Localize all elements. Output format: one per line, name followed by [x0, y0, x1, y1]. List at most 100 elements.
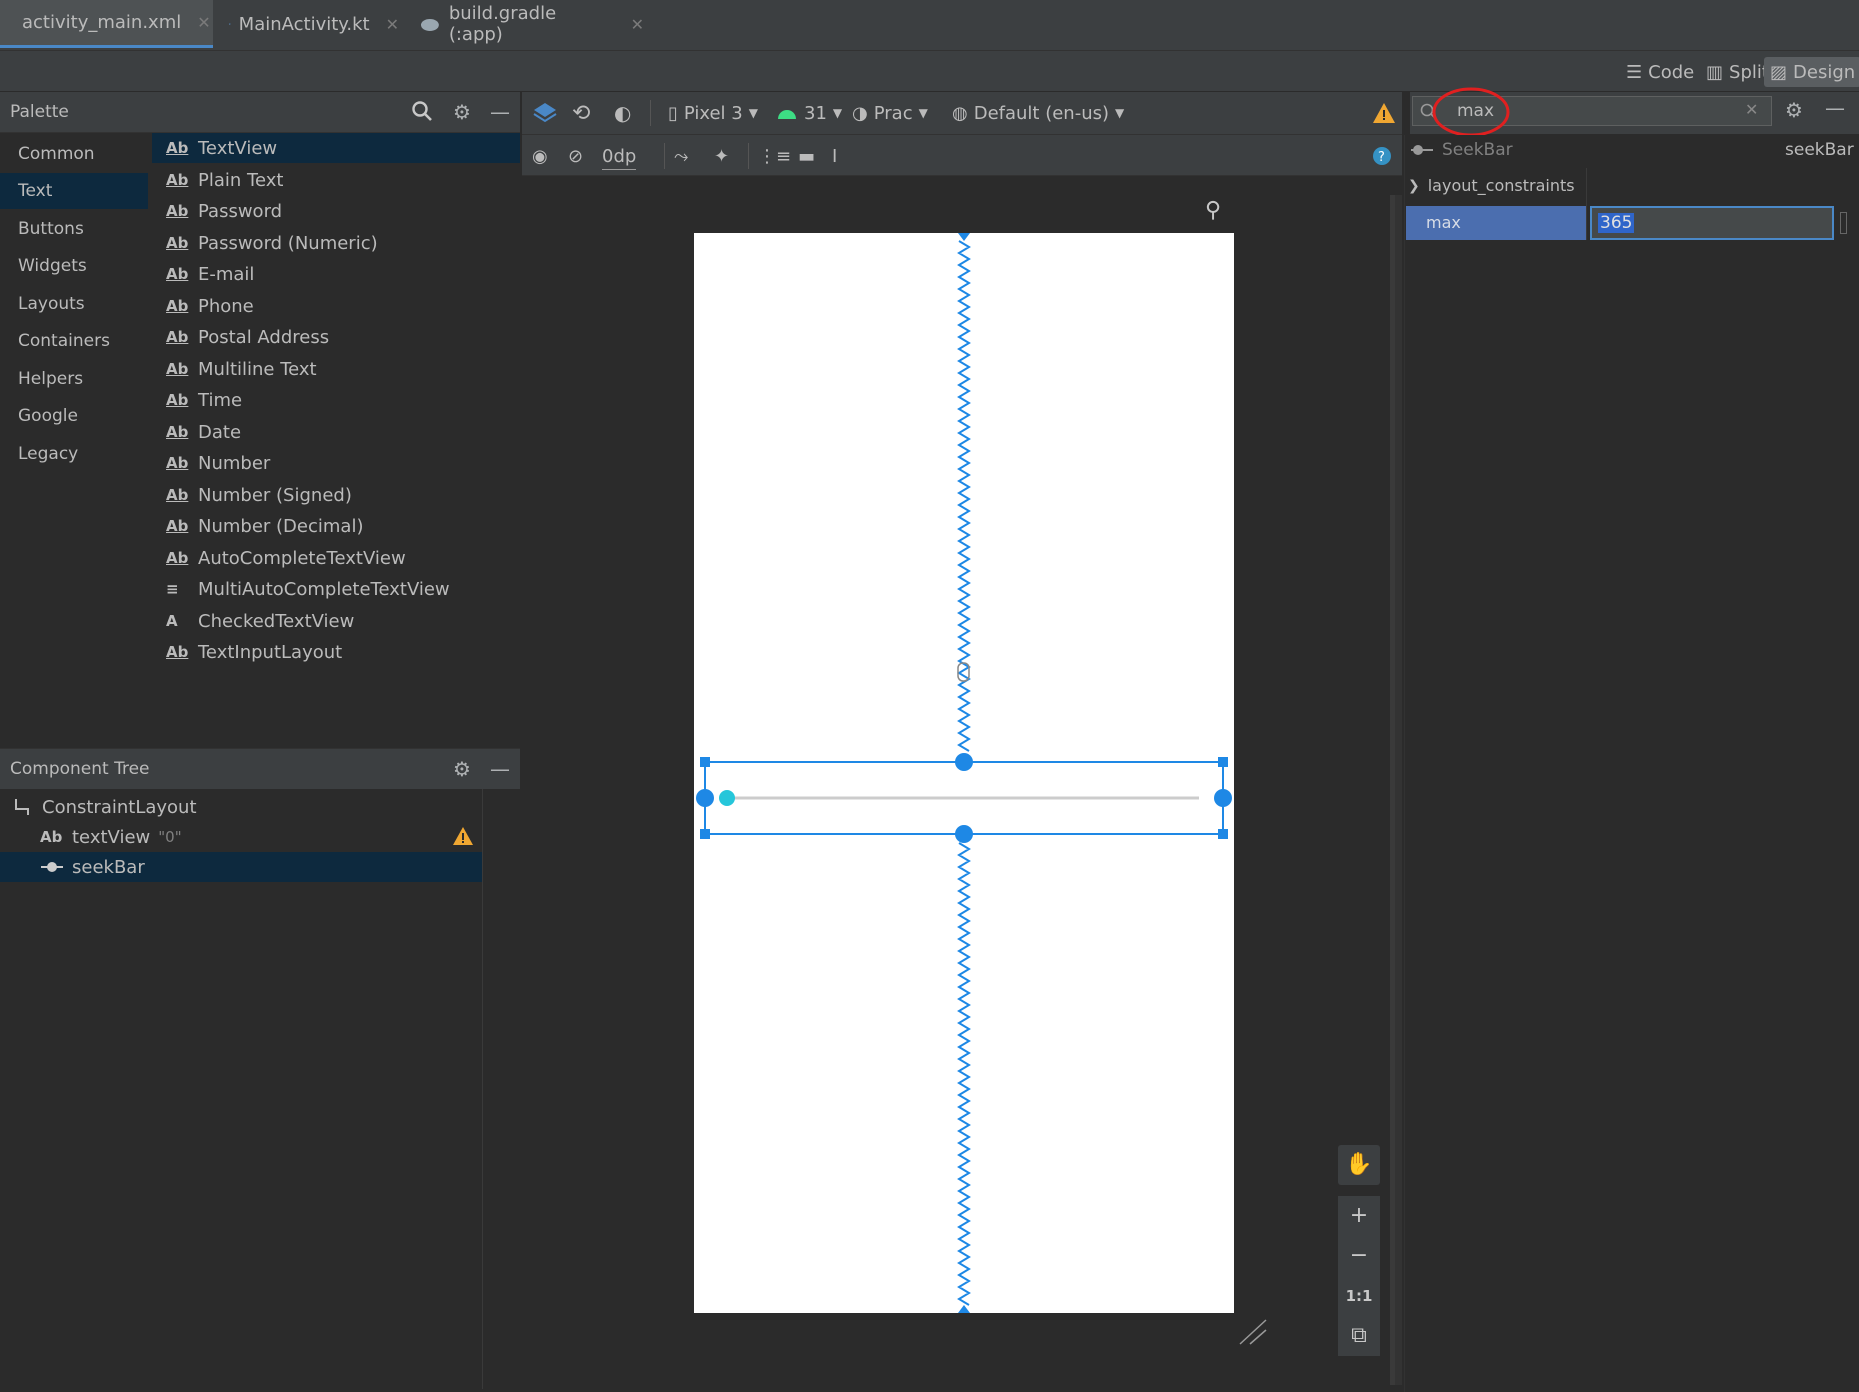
- help-button[interactable]: ?: [1372, 143, 1392, 169]
- gear-icon[interactable]: ⚙: [450, 757, 474, 781]
- minimize-icon[interactable]: —: [488, 100, 512, 124]
- tree-item-constraintlayout[interactable]: ConstraintLayout: [12, 792, 482, 822]
- chevron-down-icon: ▼: [832, 106, 843, 120]
- palette-item[interactable]: Ab Number: [152, 448, 520, 478]
- tab-build-gradle[interactable]: build.gradle (:app) ✕: [405, 0, 658, 48]
- category-layouts[interactable]: Layouts: [0, 286, 148, 322]
- palette-item[interactable]: ≡ MultiAutoCompleteTextView: [152, 574, 520, 604]
- palette-item[interactable]: Ab Postal Address: [152, 322, 520, 352]
- palette-item[interactable]: A CheckedTextView: [152, 606, 520, 636]
- palette-item[interactable]: Ab AutoCompleteTextView: [152, 543, 520, 573]
- tab-mainactivity-kt[interactable]: C MainActivity.kt ✕: [215, 0, 413, 48]
- palette-item[interactable]: Ab Password: [152, 196, 520, 226]
- code-label: Code: [1648, 61, 1695, 83]
- close-icon[interactable]: ✕: [386, 15, 399, 34]
- constraint-layout-icon: [15, 799, 29, 815]
- category-legacy[interactable]: Legacy: [0, 436, 148, 472]
- pan-button[interactable]: ✋: [1338, 1145, 1380, 1185]
- category-helpers[interactable]: Helpers: [0, 361, 148, 397]
- design-toolbar: ⟲ ◐ ▯ Pixel 3 ▼ 31 ▼ ◑ Prac ▼ ◍ Default …: [522, 92, 1402, 135]
- device-dropdown[interactable]: ▯ Pixel 3 ▼: [668, 100, 758, 126]
- text-widget-icon: Ab: [166, 486, 189, 504]
- autoconnect-button[interactable]: ⊘: [568, 143, 583, 169]
- zoom-actual-label: 1:1: [1345, 1287, 1373, 1305]
- attribute-picker-button[interactable]: [1840, 212, 1847, 234]
- palette-item[interactable]: Ab Time: [152, 385, 520, 415]
- item-label: MultiAutoCompleteTextView: [198, 578, 450, 600]
- clear-icon[interactable]: ✕: [1745, 100, 1758, 119]
- constraint-toolbar: ◉ ⊘ 0dp ⤳ ✦ ⋮≡ ▬ Ι ?: [522, 135, 1402, 176]
- code-mode-button[interactable]: ☰ Code: [1620, 57, 1700, 87]
- clear-constraints-button[interactable]: ⤳: [674, 143, 688, 169]
- category-google[interactable]: Google: [0, 398, 148, 434]
- tab-label: MainActivity.kt: [238, 13, 370, 35]
- baseline-button[interactable]: Ι: [832, 143, 837, 169]
- moon-icon: ◐: [614, 101, 632, 125]
- warning-icon[interactable]: [1372, 102, 1396, 124]
- close-icon[interactable]: ✕: [197, 13, 210, 32]
- minimize-icon[interactable]: —: [1825, 96, 1845, 120]
- design-mode-button[interactable]: ▨ Design: [1764, 57, 1859, 87]
- attr-scrollbar[interactable]: [1395, 195, 1402, 1385]
- orientation-button[interactable]: ⟲: [572, 100, 590, 126]
- checked-text-icon: A: [166, 612, 178, 630]
- view-options-button[interactable]: ◉: [532, 143, 548, 169]
- category-text[interactable]: Text: [0, 173, 148, 209]
- tree-item-textview[interactable]: Ab textView "0": [40, 822, 482, 852]
- palette-item[interactable]: Ab Password (Numeric): [152, 228, 520, 258]
- category-widgets[interactable]: Widgets: [0, 248, 148, 284]
- category-buttons[interactable]: Buttons: [0, 211, 148, 247]
- text-widget-icon: Ab: [166, 297, 189, 315]
- tree-item-seekbar[interactable]: seekBar: [0, 852, 482, 882]
- palette-item[interactable]: Ab TextInputLayout: [152, 637, 520, 667]
- api-dropdown[interactable]: 31 ▼: [776, 100, 842, 126]
- gear-icon[interactable]: ⚙: [450, 100, 474, 124]
- palette-item[interactable]: Ab Phone: [152, 291, 520, 321]
- chevron-down-icon: ▼: [748, 106, 758, 120]
- close-icon[interactable]: ✕: [631, 15, 644, 34]
- palette-item[interactable]: Ab Number (Decimal): [152, 511, 520, 541]
- attribute-group-row[interactable]: ❯ layout_constraints: [1408, 176, 1575, 195]
- resize-grip-icon[interactable]: [1238, 1318, 1268, 1346]
- top-arrow: [958, 233, 970, 241]
- category-common[interactable]: Common: [0, 136, 148, 172]
- category-containers[interactable]: Containers: [0, 323, 148, 359]
- attribute-value-input[interactable]: 365: [1590, 206, 1834, 240]
- align-button[interactable]: ▬: [798, 143, 815, 169]
- gear-icon[interactable]: ⚙: [1785, 98, 1803, 122]
- infer-constraints-button[interactable]: ✦: [714, 143, 729, 169]
- item-label: Postal Address: [198, 326, 330, 348]
- palette-item[interactable]: Ab E-mail: [152, 259, 520, 289]
- zoom-fit-button[interactable]: ⧉: [1338, 1316, 1380, 1356]
- zoom-actual-button[interactable]: 1:1: [1338, 1276, 1380, 1316]
- palette-item[interactable]: Ab Multiline Text: [152, 354, 520, 384]
- split-label: Split: [1729, 61, 1769, 83]
- eye-icon: ◉: [532, 145, 548, 167]
- item-label: CheckedTextView: [198, 610, 355, 632]
- warning-icon[interactable]: [452, 826, 474, 846]
- bottom-anchor: [955, 825, 973, 843]
- text-widget-icon: Ab: [166, 517, 189, 535]
- tree-label: textView: [72, 826, 151, 848]
- theme-dropdown[interactable]: ◑ Prac ▼: [852, 100, 928, 126]
- constraint-overlay: [696, 233, 1232, 1313]
- zoom-out-button[interactable]: −: [1338, 1236, 1380, 1276]
- search-icon[interactable]: [410, 100, 434, 124]
- wrench-icon[interactable]: ⚲: [1205, 198, 1221, 223]
- item-label: Number: [198, 452, 271, 474]
- palette-item[interactable]: Ab TextView: [152, 133, 520, 163]
- night-mode-button[interactable]: ◐: [614, 100, 631, 126]
- locale-dropdown[interactable]: ◍ Default (en-us) ▼: [952, 100, 1124, 126]
- device-screen[interactable]: [694, 233, 1234, 1313]
- zoom-in-button[interactable]: +: [1338, 1196, 1380, 1236]
- component-id[interactable]: seekBar: [1785, 140, 1854, 160]
- tab-activity-main-xml[interactable]: activity_main.xml ✕: [0, 0, 213, 48]
- minimize-icon[interactable]: —: [488, 757, 512, 781]
- palette-item[interactable]: Ab Number (Signed): [152, 480, 520, 510]
- palette-item[interactable]: Ab Date: [152, 417, 520, 447]
- text-widget-icon: Ab: [166, 139, 189, 157]
- default-margin-button[interactable]: 0dp: [602, 143, 637, 170]
- palette-item[interactable]: Ab Plain Text: [152, 165, 520, 195]
- design-surface-button[interactable]: [532, 100, 558, 126]
- guidelines-button[interactable]: ⋮≡: [758, 143, 791, 169]
